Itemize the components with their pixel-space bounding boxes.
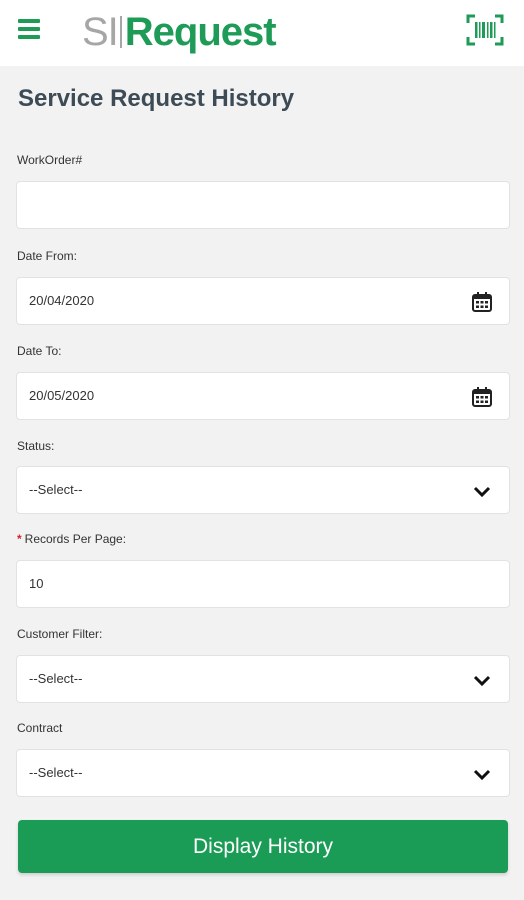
- logo-separator: [119, 16, 122, 48]
- required-mark: *: [17, 532, 22, 546]
- chevron-down-icon: [471, 763, 493, 785]
- records-per-page-label: * Records Per Page:: [17, 532, 126, 546]
- app-header: SI Request: [0, 0, 524, 66]
- records-per-page-input[interactable]: 10: [16, 560, 510, 608]
- contract-label: Contract: [17, 721, 63, 735]
- calendar-icon[interactable]: [471, 386, 493, 408]
- contract-value: --Select--: [29, 765, 83, 780]
- status-label: Status:: [17, 439, 55, 453]
- chevron-down-icon: [471, 480, 493, 502]
- hamburger-menu-icon[interactable]: [18, 19, 42, 41]
- date-from-label: Date From:: [17, 249, 78, 263]
- workorder-input[interactable]: [16, 181, 510, 229]
- barcode-scan-icon[interactable]: [466, 14, 504, 46]
- logo-request-text: Request: [124, 10, 277, 54]
- date-to-label: Date To:: [17, 344, 62, 358]
- app-logo: SI Request: [82, 10, 277, 54]
- date-to-field[interactable]: 20/05/2020: [16, 372, 510, 420]
- status-select[interactable]: --Select--: [16, 466, 510, 514]
- date-to-value: 20/05/2020: [29, 388, 95, 403]
- date-from-field[interactable]: 20/04/2020: [16, 277, 510, 325]
- date-from-value: 20/04/2020: [29, 293, 95, 308]
- customer-filter-label: Customer Filter:: [17, 627, 103, 641]
- workorder-label: WorkOrder#: [17, 153, 83, 167]
- calendar-icon[interactable]: [471, 291, 493, 313]
- page-title: Service Request History: [18, 85, 295, 112]
- records-per-page-value: 10: [29, 576, 44, 591]
- records-per-page-label-text: Records Per Page:: [24, 532, 127, 546]
- status-value: --Select--: [29, 482, 83, 497]
- main-content: Service Request History WorkOrder# Date …: [0, 66, 524, 900]
- chevron-down-icon: [471, 669, 493, 691]
- display-history-button[interactable]: Display History: [18, 820, 508, 873]
- contract-select[interactable]: --Select--: [16, 749, 510, 797]
- logo-si-text: SI: [82, 10, 119, 54]
- customer-filter-select[interactable]: --Select--: [16, 655, 510, 703]
- customer-filter-value: --Select--: [29, 671, 83, 686]
